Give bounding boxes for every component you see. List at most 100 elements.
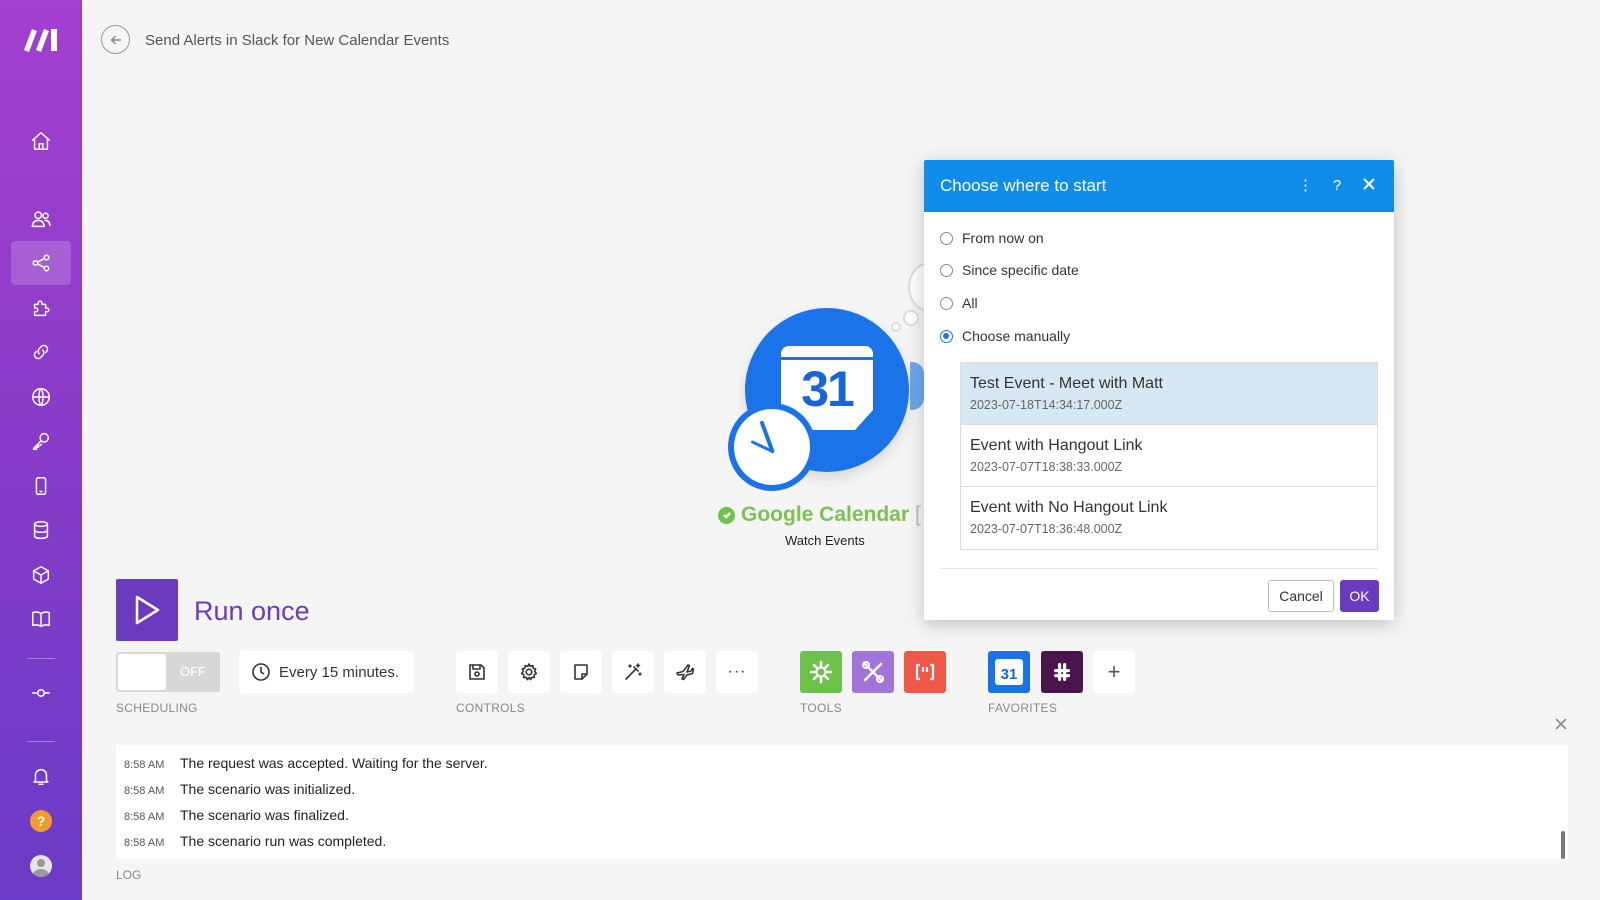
module-label: Google Calendar [	[718, 503, 921, 527]
module-action: Watch Events	[785, 533, 865, 548]
sidebar: ?	[0, 0, 82, 900]
scheduling-toggle[interactable]: OFF	[116, 652, 220, 692]
tools-tool[interactable]	[852, 651, 894, 693]
log-message: The scenario was finalized.	[180, 807, 349, 823]
explain-flow-button[interactable]	[664, 651, 706, 693]
module-bubble	[891, 322, 901, 332]
help-icon[interactable]: ?	[11, 799, 71, 843]
play-icon	[135, 595, 160, 625]
toggle-label: OFF	[180, 664, 206, 679]
log-entry: 8:58 AM The scenario was initialized.	[124, 781, 355, 797]
scenarios-icon[interactable]	[11, 241, 71, 285]
log-scrollbar[interactable]	[1561, 831, 1565, 859]
save-icon	[469, 664, 485, 680]
schedule-button[interactable]: Every 15 minutes.	[239, 651, 414, 693]
schedule-text: Every 15 minutes.	[279, 663, 400, 681]
option-choose-manually[interactable]: Choose manually	[940, 328, 1070, 344]
dialog-title: Choose where to start	[940, 176, 1107, 195]
team-icon[interactable]	[11, 197, 71, 241]
favorite-calendar-number: 31	[1000, 665, 1018, 683]
text-parser-tool[interactable]	[904, 651, 946, 693]
module-app-name: Google Calendar	[741, 503, 910, 526]
event-item[interactable]: Event with No Hangout Link 2023-07-07T18…	[961, 487, 1377, 549]
option-label: Since specific date	[962, 262, 1079, 278]
log-time: 8:58 AM	[124, 837, 165, 849]
gear-icon	[809, 660, 833, 684]
radio-button[interactable]	[940, 263, 953, 277]
puzzle-icon[interactable]	[11, 286, 71, 330]
make-logo[interactable]	[22, 26, 60, 52]
module-connector[interactable]	[910, 362, 924, 410]
calendar-icon: 31	[995, 659, 1023, 685]
database-icon[interactable]	[11, 508, 71, 552]
controls-label: CONTROLS	[456, 701, 526, 715]
arrow-left-icon	[110, 35, 121, 44]
sidebar-divider	[27, 658, 55, 659]
auto-align-button[interactable]	[612, 651, 654, 693]
device-icon[interactable]	[11, 464, 71, 508]
link-icon[interactable]	[11, 330, 71, 374]
kebab-menu-icon[interactable]: ⋮	[1298, 176, 1313, 196]
log-message: The scenario run was completed.	[180, 833, 387, 849]
avatar-icon[interactable]	[11, 844, 71, 888]
slack-icon	[1054, 663, 1070, 681]
key-icon[interactable]	[11, 419, 71, 463]
event-date: 2023-07-07T18:36:48.000Z	[970, 522, 1123, 536]
dialog-header: Choose where to start ⋮ ?	[924, 160, 1394, 212]
radio-button[interactable]	[940, 329, 953, 343]
log-label: LOG	[116, 868, 142, 882]
favorite-google-calendar[interactable]: 31	[988, 651, 1030, 693]
option-since-specific-date[interactable]: Since specific date	[940, 262, 1079, 278]
notes-button[interactable]	[560, 651, 602, 693]
globe-icon[interactable]	[11, 375, 71, 419]
scenario-title: Send Alerts in Slack for New Calendar Ev…	[145, 32, 450, 49]
close-icon	[1555, 718, 1567, 730]
wrench-icon	[862, 661, 884, 683]
log-time: 8:58 AM	[124, 785, 165, 797]
log-panel[interactable]: 8:58 AM The request was accepted. Waitin…	[116, 745, 1568, 859]
log-entry: 8:58 AM The scenario run was completed.	[124, 833, 386, 849]
option-all[interactable]: All	[940, 295, 978, 311]
book-icon[interactable]	[11, 597, 71, 641]
help-button[interactable]: ?	[1330, 176, 1344, 196]
commit-icon[interactable]	[11, 671, 71, 715]
scheduling-label: SCHEDULING	[116, 701, 198, 715]
more-button[interactable]: ···	[716, 651, 758, 693]
event-item[interactable]: Event with Hangout Link 2023-07-07T18:38…	[961, 425, 1377, 487]
home-icon[interactable]	[11, 119, 71, 163]
radio-button[interactable]	[940, 296, 953, 310]
ok-button[interactable]: OK	[1340, 580, 1379, 612]
log-message: The scenario was initialized.	[180, 781, 356, 797]
close-icon	[1363, 178, 1375, 190]
more-icon: ···	[727, 663, 747, 680]
option-label: Choose manually	[962, 328, 1071, 344]
settings-button[interactable]	[508, 651, 550, 693]
run-once-label[interactable]: Run once	[194, 596, 310, 627]
close-button[interactable]	[1362, 176, 1376, 196]
bell-icon[interactable]	[11, 754, 71, 798]
option-label: All	[962, 295, 978, 311]
add-favorite-button[interactable]: +	[1093, 651, 1135, 693]
clock-icon	[728, 403, 816, 491]
back-button[interactable]	[101, 25, 130, 54]
avatar	[30, 855, 52, 877]
cancel-button[interactable]: Cancel	[1268, 580, 1334, 612]
sidebar-divider	[27, 741, 55, 742]
favorites-label: FAVORITES	[988, 701, 1058, 715]
flow-control-tool[interactable]	[800, 651, 842, 693]
radio-button[interactable]	[940, 231, 953, 245]
box-icon[interactable]	[11, 553, 71, 597]
event-date: 2023-07-07T18:38:33.000Z	[970, 460, 1123, 474]
log-entry: 8:58 AM The request was accepted. Waitin…	[124, 755, 488, 771]
plus-icon: +	[1107, 659, 1121, 684]
favorite-slack[interactable]	[1041, 651, 1083, 693]
event-title: Event with No Hangout Link	[970, 499, 1168, 516]
event-item[interactable]: Test Event - Meet with Matt 2023-07-18T1…	[961, 363, 1377, 425]
event-list: Test Event - Meet with Matt 2023-07-18T1…	[960, 362, 1378, 550]
module-bubble	[903, 310, 919, 326]
close-log-button[interactable]	[1554, 717, 1568, 731]
option-from-now-on[interactable]: From now on	[940, 230, 1044, 246]
option-label: From now on	[962, 230, 1044, 246]
run-once-button[interactable]	[116, 579, 178, 641]
save-button[interactable]	[456, 651, 498, 693]
